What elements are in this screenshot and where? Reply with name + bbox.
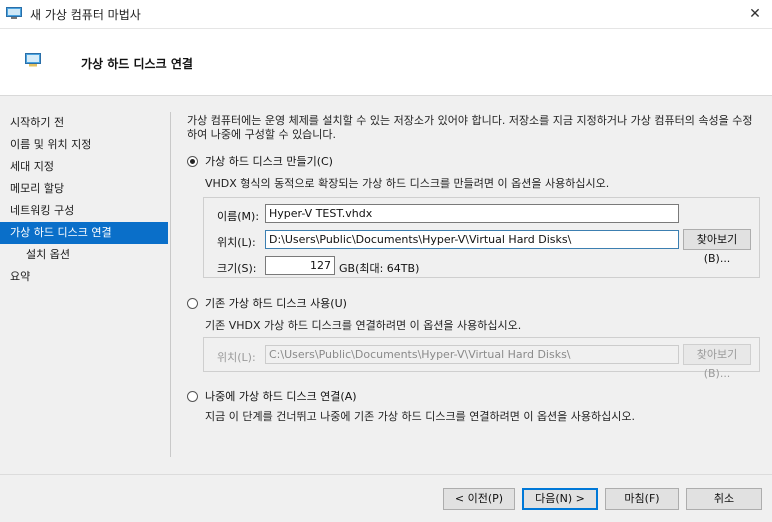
create-disk-description: VHDX 형식의 동적으로 확장되는 가상 하드 디스크를 만들려면 이 옵션을… — [205, 177, 610, 190]
footer-divider — [0, 474, 772, 475]
window-title: 새 가상 컴퓨터 마법사 — [30, 8, 141, 22]
existing-browse-button[interactable]: 찾아보기(B)... — [683, 344, 751, 380]
nav-item-memory[interactable]: 메모리 할당 — [0, 178, 168, 200]
page-title: 가상 하드 디스크 연결 — [81, 57, 193, 71]
attach-later-description: 지금 이 단계를 건너뛰고 나중에 기존 가상 하드 디스크를 연결하려면 이 … — [205, 410, 636, 423]
existing-disk-group: 위치(L): C:\Users\Public\Documents\Hyper-V… — [203, 337, 760, 380]
name-label: 이름(M): — [217, 210, 260, 223]
size-label: 크기(S): — [217, 262, 257, 275]
create-disk-group: 이름(M): Hyper-V TEST.vhdx 위치(L): D:\Users… — [203, 197, 760, 278]
existing-disk-label: 기존 가상 하드 디스크 사용(U) — [205, 297, 347, 310]
existing-disk-radio[interactable] — [187, 297, 198, 309]
intro-text: 가상 컴퓨터에는 운영 체제를 설치할 수 있는 저장소가 있어야 합니다. 저… — [187, 114, 753, 141]
size-unit-label: GB(최대: 64TB) — [339, 262, 420, 275]
disk-size-input[interactable]: 127 — [265, 256, 335, 275]
nav-item-name-and-location[interactable]: 이름 및 위치 지정 — [0, 134, 168, 156]
nav-item-before-you-begin[interactable]: 시작하기 전 — [0, 112, 168, 134]
location-label: 위치(L): — [217, 236, 256, 249]
disk-location-input[interactable]: D:\Users\Public\Documents\Hyper-V\Virtua… — [265, 230, 679, 249]
wizard-steps-nav: 시작하기 전 이름 및 위치 지정 세대 지정 메모리 할당 네트워킹 구성 가… — [0, 112, 168, 288]
title-bar: 새 가상 컴퓨터 마법사 ✕ — [0, 0, 772, 29]
nav-item-networking[interactable]: 네트워킹 구성 — [0, 200, 168, 222]
nav-item-connect-virtual-disk[interactable]: 가상 하드 디스크 연결 — [0, 222, 168, 244]
close-icon[interactable]: ✕ — [738, 0, 772, 28]
virtual-disk-icon — [25, 53, 41, 67]
create-disk-radio[interactable] — [187, 155, 198, 167]
existing-location-input[interactable]: C:\Users\Public\Documents\Hyper-V\Virtua… — [265, 345, 679, 364]
attach-later-option[interactable]: 나중에 가상 하드 디스크 연결(A) — [187, 388, 357, 404]
existing-location-label: 위치(L): — [217, 351, 256, 364]
disk-name-input[interactable]: Hyper-V TEST.vhdx — [265, 204, 679, 223]
next-button[interactable]: 다음(N) > — [522, 488, 598, 510]
existing-disk-description: 기존 VHDX 가상 하드 디스크를 연결하려면 이 옵션을 사용하십시오. — [205, 319, 522, 332]
create-disk-label: 가상 하드 디스크 만들기(C) — [205, 155, 333, 168]
hyper-v-wizard-icon — [6, 7, 22, 19]
finish-button[interactable]: 마침(F) — [605, 488, 679, 510]
nav-item-summary[interactable]: 요약 — [0, 266, 168, 288]
existing-disk-option[interactable]: 기존 가상 하드 디스크 사용(U) — [187, 295, 347, 311]
nav-item-generation[interactable]: 세대 지정 — [0, 156, 168, 178]
create-disk-option[interactable]: 가상 하드 디스크 만들기(C) — [187, 153, 333, 169]
attach-later-radio[interactable] — [187, 390, 198, 402]
previous-button[interactable]: < 이전(P) — [443, 488, 515, 510]
browse-button[interactable]: 찾아보기(B)... — [683, 229, 751, 265]
cancel-button[interactable]: 취소 — [686, 488, 762, 510]
nav-item-installation-options[interactable]: 설치 옵션 — [0, 244, 168, 266]
nav-divider — [170, 112, 171, 457]
page-header: 가상 하드 디스크 연결 — [0, 29, 772, 96]
attach-later-label: 나중에 가상 하드 디스크 연결(A) — [205, 390, 357, 403]
